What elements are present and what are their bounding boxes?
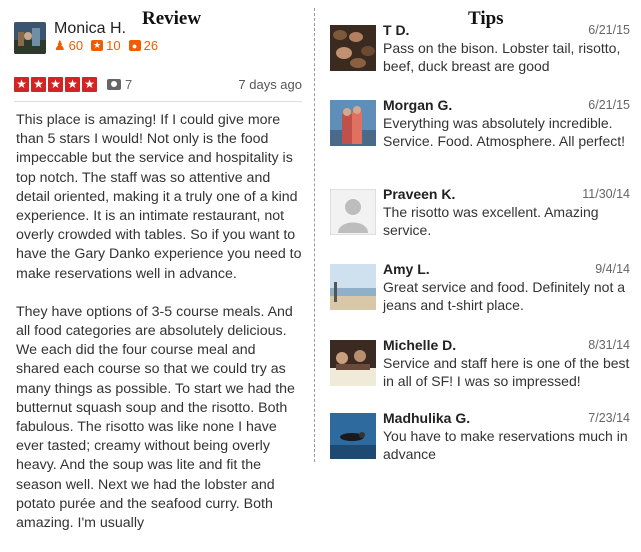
tip-photo[interactable] bbox=[330, 25, 376, 71]
tip-text: Pass on the bison. Lobster tail, risotto… bbox=[383, 40, 621, 74]
review-paragraph: They have options of 3-5 course meals. A… bbox=[16, 303, 295, 532]
tip-item[interactable]: T D. 6/21/15 Pass on the bison. Lobster … bbox=[330, 22, 636, 82]
star-icon: ★ bbox=[82, 76, 97, 92]
tip-author[interactable]: Morgan G. bbox=[383, 97, 452, 113]
review-count-icon: ★ bbox=[91, 40, 104, 51]
review-body: This place is amazing! If I could give m… bbox=[16, 111, 302, 552]
tip-item[interactable]: Michelle D. 8/31/14 Service and staff he… bbox=[330, 337, 636, 397]
tip-date: 8/31/14 bbox=[588, 338, 630, 352]
reviewer-stats: ♟ 60 ★ 10 ● 26 bbox=[54, 37, 159, 54]
column-divider bbox=[314, 8, 315, 462]
friends-icon: ♟ bbox=[54, 37, 66, 53]
tip-author[interactable]: Michelle D. bbox=[383, 337, 456, 353]
review-divider bbox=[14, 101, 302, 102]
star-icon: ★ bbox=[65, 76, 80, 92]
tip-author[interactable]: Amy L. bbox=[383, 261, 430, 277]
tip-date: 9/4/14 bbox=[595, 262, 630, 276]
friends-stat: ♟ 60 bbox=[54, 37, 84, 54]
photos-count: 26 bbox=[143, 38, 159, 53]
tip-photo[interactable] bbox=[330, 264, 376, 310]
tip-photo[interactable] bbox=[330, 100, 376, 146]
tip-text: Everything was absolutely incredible. Se… bbox=[383, 115, 626, 149]
tip-item[interactable]: Morgan G. 6/21/15 Everything was absolut… bbox=[330, 97, 636, 157]
tip-text: Service and staff here is one of the bes… bbox=[383, 355, 630, 389]
review-paragraph: This place is amazing! If I could give m… bbox=[16, 112, 302, 282]
star-icon: ★ bbox=[48, 76, 63, 92]
reviews-stat: ★ 10 bbox=[91, 38, 121, 53]
star-icon: ★ bbox=[14, 76, 29, 92]
tip-author[interactable]: Madhulika G. bbox=[383, 410, 470, 426]
tip-item[interactable]: Madhulika G. 7/23/14 You have to make re… bbox=[330, 410, 636, 470]
reviewer-avatar[interactable] bbox=[14, 22, 46, 54]
tip-date: 7/23/14 bbox=[588, 411, 630, 425]
reviewer-name[interactable]: Monica H. bbox=[54, 20, 126, 38]
star-icon: ★ bbox=[31, 76, 46, 92]
friends-count: 60 bbox=[68, 38, 84, 53]
tip-photo[interactable] bbox=[330, 413, 376, 459]
tip-author[interactable]: T D. bbox=[383, 22, 409, 38]
tip-date: 6/21/15 bbox=[588, 23, 630, 37]
photo-count-icon: ● bbox=[128, 40, 141, 51]
tip-text: You have to make reservations much in ad… bbox=[383, 428, 628, 462]
photos-stat: ● 26 bbox=[128, 38, 159, 53]
tip-photo[interactable] bbox=[330, 340, 376, 386]
tip-date: 6/21/15 bbox=[588, 98, 630, 112]
star-rating: ★ ★ ★ ★ ★ bbox=[14, 76, 97, 92]
tip-item[interactable]: Amy L. 9/4/14 Great service and food. De… bbox=[330, 261, 636, 321]
rating-row: ★ ★ ★ ★ ★ 7 7 days ago bbox=[14, 74, 302, 94]
review-photos-link[interactable]: 7 bbox=[107, 77, 132, 92]
tip-text: The risotto was excellent. Amazing servi… bbox=[383, 204, 599, 238]
tip-item[interactable]: Praveen K. 11/30/14 The risotto was exce… bbox=[330, 186, 636, 246]
review-date: 7 days ago bbox=[238, 76, 302, 92]
tip-text: Great service and food. Definitely not a… bbox=[383, 279, 626, 313]
camera-icon bbox=[107, 78, 121, 90]
reviews-count: 10 bbox=[106, 38, 121, 53]
review-heading: Review bbox=[142, 8, 202, 29]
tip-date: 11/30/14 bbox=[582, 187, 630, 201]
tip-author[interactable]: Praveen K. bbox=[383, 186, 455, 202]
review-photo-count: 7 bbox=[125, 76, 133, 92]
tip-photo[interactable] bbox=[330, 189, 376, 235]
